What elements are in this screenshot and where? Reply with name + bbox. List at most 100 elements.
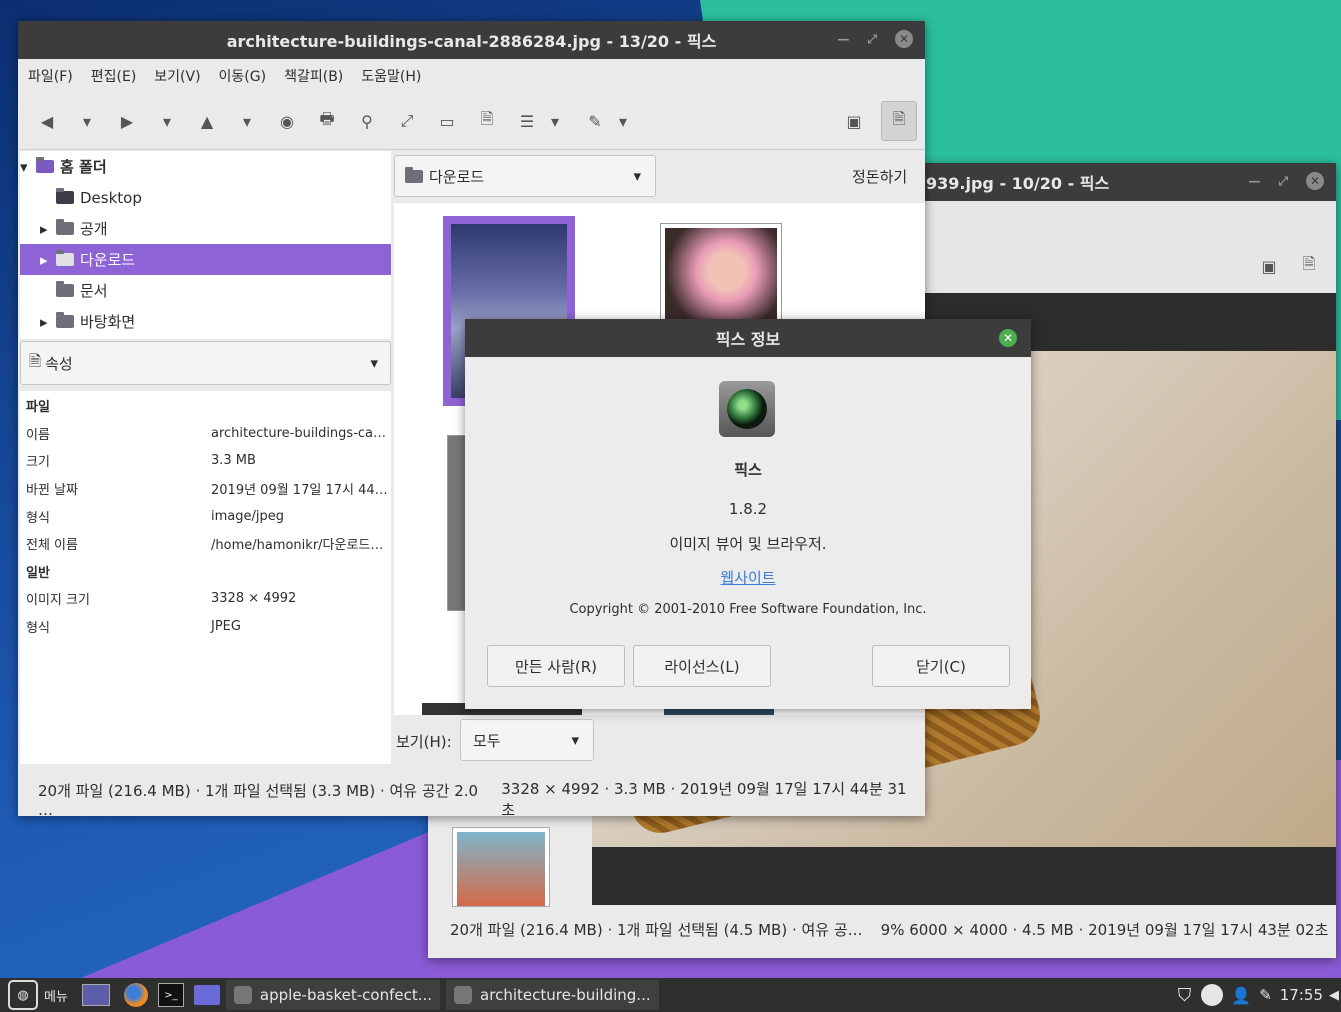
fullscreen-icon[interactable]: ⤢ — [394, 108, 420, 134]
image-view-icon[interactable]: ▣ — [841, 108, 867, 134]
file-manager-icon[interactable] — [193, 985, 220, 1005]
tree-item-public[interactable]: ▸ 공개 — [20, 213, 391, 244]
menu-go[interactable]: 이동(G) — [219, 66, 267, 86]
properties-icon[interactable]: 🗎 — [1296, 253, 1322, 279]
about-copyright: Copyright © 2001-2010 Free Software Foun… — [569, 602, 927, 617]
properties-combo[interactable]: 🗎 속성 ▾ — [20, 341, 391, 385]
folder-combo[interactable]: 다운로드 ▾ — [394, 155, 656, 197]
chevron-down-icon: ▾ — [370, 354, 378, 372]
tree-item-desktop-ko[interactable]: ▸ 바탕화면 — [20, 306, 391, 337]
prop-dim-value: 3328 × 4992 — [211, 591, 297, 607]
tree-item-desktop[interactable]: Desktop — [20, 182, 391, 213]
close-icon[interactable]: ✕ — [999, 329, 1017, 347]
tree-item-label: 다운로드 — [80, 251, 136, 269]
slideshow-icon[interactable]: ▭ — [434, 108, 460, 134]
start-menu-label[interactable]: 메뉴 — [44, 986, 68, 1005]
list-icon[interactable]: ☰ — [514, 108, 540, 134]
browser-view-icon[interactable]: 🗎 — [881, 101, 917, 141]
tree-item-documents[interactable]: 문서 — [20, 275, 391, 306]
up-arrow-icon[interactable]: ▲ — [194, 108, 220, 134]
menu-file[interactable]: 파일(F) — [28, 66, 73, 86]
tree-item-label: Desktop — [80, 188, 142, 207]
license-button[interactable]: 라이선스(L) — [633, 645, 771, 687]
clock[interactable]: 17:55 — [1280, 986, 1323, 1004]
about-titlebar[interactable]: 픽스 정보 ✕ — [465, 319, 1031, 357]
back-statusbar: 20개 파일 (216.4 MB) · 1개 파일 선택됨 (4.5 MB) ·… — [450, 919, 1330, 940]
prop-fullname-value: /home/hamonikr/다운로드… — [211, 538, 384, 554]
prop-type-label: 형식 — [26, 510, 50, 526]
chevron-down-icon[interactable]: ▾ — [234, 108, 260, 134]
firefox-icon[interactable] — [123, 983, 148, 1007]
credits-button[interactable]: 만든 사람(R) — [487, 645, 625, 687]
tools-icon[interactable]: ✎ — [582, 108, 608, 134]
main-status-right: 3328 × 4992 · 3.3 MB · 2019년 09월 17일 17시… — [501, 780, 907, 819]
about-version: 1.8.2 — [728, 500, 768, 518]
stop-icon[interactable]: ◉ — [274, 108, 300, 134]
close-icon[interactable]: ✕ — [895, 30, 913, 48]
chevron-down-icon[interactable]: ▾ — [74, 108, 100, 134]
minimize-icon[interactable]: — — [1248, 174, 1260, 188]
chevron-down-icon[interactable]: ▾ — [610, 108, 636, 134]
section-general: 일반 — [26, 565, 50, 581]
chevron-down-icon[interactable]: ▾ — [542, 108, 568, 134]
properties-combo-label: 속성 — [45, 354, 73, 373]
prop-type-value: image/jpeg — [211, 508, 284, 524]
menu-edit[interactable]: 편집(E) — [91, 66, 137, 86]
task-button-apple[interactable]: apple-basket-confect... — [225, 980, 441, 1010]
expander-icon[interactable]: ▸ — [40, 220, 56, 238]
maximize-icon[interactable]: ⤢ — [867, 32, 877, 47]
back-arrow-icon[interactable]: ◀ — [34, 108, 60, 134]
pen-icon[interactable]: ✎ — [1259, 986, 1272, 1004]
search-icon[interactable]: ⚲ — [354, 108, 380, 134]
sort-button[interactable]: 정돈하기 — [852, 166, 907, 187]
back-thumb[interactable] — [452, 827, 550, 907]
terminal-icon[interactable]: >_ — [157, 983, 184, 1007]
expander-icon[interactable]: ▸ — [40, 251, 56, 269]
user-icon[interactable]: 👤 — [1231, 986, 1251, 1005]
tree-item-label: 공개 — [80, 220, 108, 238]
tree-item-home[interactable]: ▾ 홈 폴더 — [20, 151, 391, 182]
chevron-down-icon[interactable]: ▾ — [154, 108, 180, 134]
tree-item-downloads[interactable]: ▸ 다운로드 — [20, 244, 391, 275]
maximize-icon[interactable]: ⤢ — [1278, 174, 1288, 189]
thumbnail[interactable] — [660, 223, 782, 325]
volume-icon[interactable]: ◀ — [1329, 988, 1339, 1003]
prop-dim-label: 이미지 크기 — [26, 593, 90, 609]
network-icon[interactable] — [1201, 984, 1224, 1006]
toolbar: ◀ ▾ ▶ ▾ ▲ ▾ ◉ 🖶 ⚲ ⤢ ▭ 🗎 ☰ ▾ ✎ ▾ ▣ 🗎 — [18, 93, 925, 150]
forward-arrow-icon[interactable]: ▶ — [114, 108, 140, 134]
back-status-left: 20개 파일 (216.4 MB) · 1개 파일 선택됨 (4.5 MB) ·… — [450, 921, 863, 939]
task-button-architecture[interactable]: architecture-building... — [446, 980, 659, 1010]
prop-size-value: 3.3 MB — [211, 453, 256, 469]
expander-icon[interactable]: ▸ — [40, 313, 56, 331]
home-folder-icon — [36, 157, 54, 173]
main-titlebar[interactable]: architecture-buildings-canal-2886284.jpg… — [18, 21, 925, 59]
download-folder-icon — [56, 250, 74, 266]
prop-size-label: 크기 — [26, 455, 50, 471]
print-icon[interactable]: 🖶 — [314, 108, 340, 134]
menu-bookmarks[interactable]: 책갈피(B) — [284, 66, 343, 86]
chevron-down-icon: ▾ — [633, 167, 641, 185]
start-menu-icon[interactable]: ◍ — [8, 980, 38, 1010]
view-filter-value: 모두 — [473, 731, 501, 750]
close-icon[interactable]: ✕ — [1306, 172, 1324, 190]
properties-icon: 🗎 — [29, 351, 42, 370]
show-desktop-icon[interactable] — [81, 984, 110, 1006]
properties-icon[interactable]: 🗎 — [474, 108, 500, 134]
menu-view[interactable]: 보기(V) — [154, 66, 200, 86]
shield-icon[interactable]: ⛉ — [1178, 985, 1192, 1006]
menu-help[interactable]: 도움말(H) — [361, 66, 421, 86]
view-filter-combo[interactable]: 모두 ▾ — [460, 719, 594, 761]
image-view-icon[interactable]: ▣ — [1256, 253, 1282, 279]
app-logo-icon — [719, 381, 775, 437]
properties-pane: 파일 이름 architecture-buildings-ca… 크기 3.3 MB… — [20, 391, 391, 764]
about-website-link[interactable]: 웹사이트 — [465, 567, 1031, 588]
prop-fullname-label: 전체 이름 — [26, 538, 78, 554]
expander-open-icon[interactable]: ▾ — [20, 158, 36, 176]
about-dialog[interactable]: 픽스 정보 ✕ 픽스 1.8.2 이미지 뷰어 및 브라우저. 웹사이트 Cop… — [465, 319, 1031, 709]
minimize-icon[interactable]: — — [837, 32, 849, 46]
task-label: apple-basket-confect... — [259, 986, 433, 1004]
prop-name-label: 이름 — [26, 427, 50, 443]
close-button[interactable]: 닫기(C) — [872, 645, 1010, 687]
tree-item-label: 문서 — [80, 282, 108, 300]
